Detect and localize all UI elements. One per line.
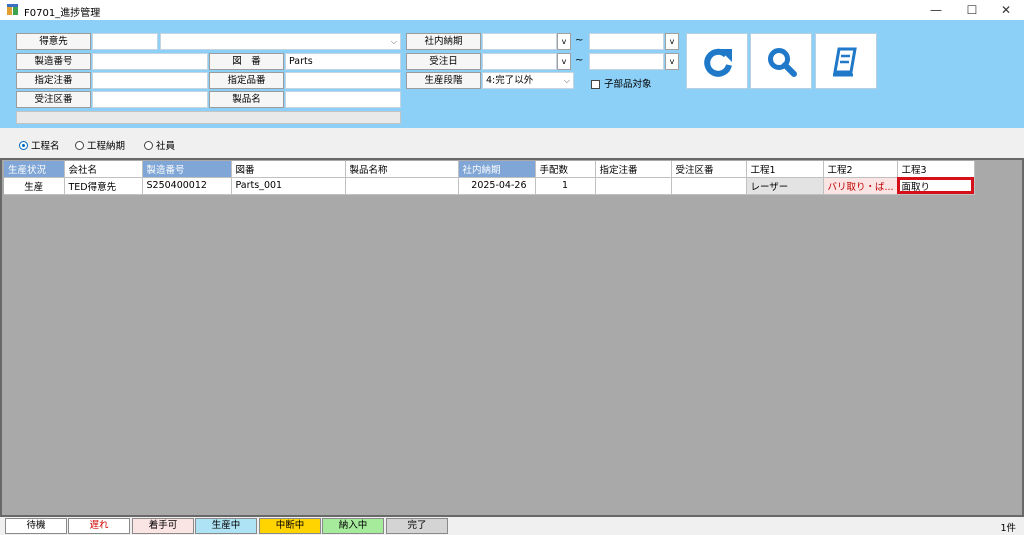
order-date-to-picker[interactable]: v	[665, 53, 679, 70]
customer-name-select[interactable]: ⌵	[160, 33, 401, 50]
col-header-order-div[interactable]: 受注区番	[671, 161, 747, 178]
maximize-button[interactable]: ☐	[954, 0, 990, 20]
col-header-company[interactable]: 会社名	[64, 161, 143, 178]
close-button[interactable]: ✕	[988, 0, 1024, 20]
cell-qty[interactable]: 1	[535, 177, 596, 195]
radio-icon	[144, 141, 153, 150]
radio-label: 工程名	[31, 141, 60, 152]
serial-no-field[interactable]	[92, 53, 208, 70]
item-no-field[interactable]	[285, 72, 401, 89]
stage-select[interactable]: 4:完了以外 ⌵	[482, 72, 574, 89]
order-date-from-picker[interactable]: v	[557, 53, 571, 70]
checkbox-icon	[591, 80, 600, 89]
radio-process-due[interactable]: 工程納期	[75, 138, 125, 152]
grid-header-row: 生産状況 会社名 製造番号 図番 製品名称 社内納期 手配数 指定注番 受注区番…	[4, 161, 975, 178]
customer-label: 得意先	[16, 33, 91, 50]
table-row[interactable]: 生産 TED得意先 S250400012 Parts_001 2025-04-2…	[4, 177, 975, 195]
product-name-label: 製品名	[209, 91, 284, 108]
col-header-status[interactable]: 生産状況	[4, 161, 65, 178]
internal-due-to-picker[interactable]: v	[665, 33, 679, 50]
print-button[interactable]	[815, 33, 877, 89]
search-icon	[768, 48, 797, 77]
radio-employee[interactable]: 社員	[144, 138, 175, 152]
range-separator: ~	[575, 35, 584, 46]
drawing-no-field[interactable]: Parts	[285, 53, 401, 70]
order-no-field[interactable]	[92, 72, 208, 89]
minimize-button[interactable]: —	[918, 0, 954, 20]
product-name-field[interactable]	[285, 91, 401, 108]
radio-process-name[interactable]: 工程名	[19, 138, 60, 152]
radio-selected-icon	[19, 141, 28, 150]
order-date-to-field[interactable]	[589, 53, 664, 70]
cell-process2[interactable]: バリ取り・ば...	[823, 177, 898, 195]
chevron-down-icon: ⌵	[390, 37, 397, 46]
order-div-field[interactable]	[92, 91, 208, 108]
cell-order-no[interactable]	[595, 177, 672, 195]
cell-status[interactable]: 生産	[4, 177, 65, 195]
refresh-icon	[704, 48, 732, 77]
range-separator: ~	[575, 55, 584, 66]
col-header-drawing-no[interactable]: 図番	[231, 161, 346, 178]
cell-company[interactable]: TED得意先	[64, 177, 143, 195]
cell-product-name[interactable]	[345, 177, 459, 195]
radio-label: 社員	[156, 141, 176, 152]
radio-icon	[75, 141, 84, 150]
chevron-down-icon: ⌵	[563, 76, 570, 85]
drawing-no-label: 図 番	[209, 53, 284, 70]
status-strip	[16, 111, 401, 124]
search-panel: 得意先 ⌵ 製造番号 図 番 Parts 指定注番 指定品番 受注区番 製品名 …	[0, 20, 1024, 128]
stage-select-value: 4:完了以外	[486, 75, 534, 86]
legend-delivering: 納入中	[322, 518, 384, 534]
order-date-from-field[interactable]	[482, 53, 557, 70]
col-header-qty[interactable]: 手配数	[535, 161, 596, 178]
record-count: 1件	[1000, 523, 1016, 534]
order-div-label: 受注区番	[16, 91, 91, 108]
cell-process1[interactable]: レーザー	[746, 177, 824, 195]
view-mode-group: 工程名 工程納期 社員	[0, 128, 1024, 158]
col-header-process3[interactable]: 工程3	[897, 161, 975, 178]
legend-delayed: 遅れ	[68, 518, 130, 534]
col-header-product-name[interactable]: 製品名称	[345, 161, 459, 178]
window-title: F0701_進捗管理	[24, 8, 101, 19]
search-button[interactable]	[750, 33, 812, 89]
legend-in-production: 生産中	[195, 518, 257, 534]
cell-order-div[interactable]	[671, 177, 747, 195]
legend-complete: 完了	[386, 518, 448, 534]
progress-grid[interactable]: 生産状況 会社名 製造番号 図番 製品名称 社内納期 手配数 指定注番 受注区番…	[0, 158, 1024, 517]
col-header-internal-due[interactable]: 社内納期	[458, 161, 536, 178]
cell-drawing-no[interactable]: Parts_001	[231, 177, 346, 195]
radio-label: 工程納期	[87, 141, 126, 152]
legend-ready: 着手可	[132, 518, 194, 534]
refresh-button[interactable]	[686, 33, 748, 89]
subparts-checkbox[interactable]: 子部品対象	[591, 76, 652, 90]
item-no-label: 指定品番	[209, 72, 284, 89]
legend-suspended: 中断中	[259, 518, 321, 534]
customer-code-field[interactable]	[92, 33, 158, 50]
title-bar: F0701_進捗管理 — ☐ ✕	[0, 0, 1024, 20]
subparts-label: 子部品対象	[604, 79, 652, 90]
order-date-label: 受注日	[406, 53, 481, 70]
col-header-order-no[interactable]: 指定注番	[595, 161, 672, 178]
serial-no-label: 製造番号	[16, 53, 91, 70]
internal-due-label: 社内納期	[406, 33, 481, 50]
order-no-label: 指定注番	[16, 72, 91, 89]
cell-process3[interactable]: 面取り	[897, 177, 975, 195]
grid-table: 生産状況 会社名 製造番号 図番 製品名称 社内納期 手配数 指定注番 受注区番…	[4, 161, 975, 195]
internal-due-from-field[interactable]	[482, 33, 557, 50]
cell-serial-no[interactable]: S250400012	[142, 177, 232, 195]
internal-due-to-field[interactable]	[589, 33, 664, 50]
internal-due-from-picker[interactable]: v	[557, 33, 571, 50]
print-icon	[833, 47, 857, 77]
col-header-process1[interactable]: 工程1	[746, 161, 824, 178]
cell-internal-due[interactable]: 2025-04-26	[458, 177, 536, 195]
app-icon	[7, 4, 18, 15]
legend-waiting: 待機	[5, 518, 67, 534]
col-header-process2[interactable]: 工程2	[823, 161, 898, 178]
col-header-serial-no[interactable]: 製造番号	[142, 161, 232, 178]
legend-bar: 待機 遅れ 着手可 生産中 中断中 納入中 完了 1件	[0, 517, 1024, 535]
stage-label: 生産段階	[406, 72, 481, 89]
